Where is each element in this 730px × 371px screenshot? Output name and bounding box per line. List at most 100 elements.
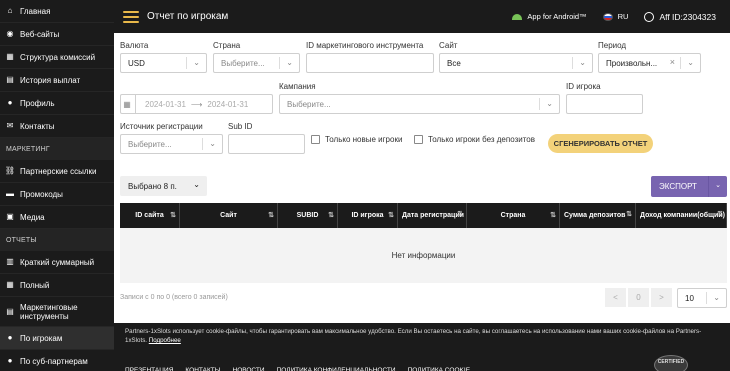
sidebar-item-2-marketing[interactable]: ▣ Медиа — [0, 206, 114, 229]
sidebar-item-0-main[interactable]: ⌂ Главная — [0, 0, 114, 23]
sidebar-item-4-reports[interactable]: ● По суб-партнерам — [0, 350, 114, 371]
footer-link[interactable]: ПОЛИТИКА КОНФИДЕНЦИАЛЬНОСТИ — [277, 367, 396, 371]
footer-link[interactable]: НОВОСТИ — [233, 367, 265, 371]
sidebar-item-1-main[interactable]: ◉ Веб-сайты — [0, 23, 114, 46]
column-header[interactable]: Сайт ⇅ — [180, 203, 278, 228]
sidebar-item-0-reports[interactable]: ▥ Краткий суммарный — [0, 251, 114, 274]
sidebar-item-label: Веб-сайты — [20, 29, 60, 39]
sort-icon: ⇅ — [457, 211, 463, 218]
sidebar-item-1-reports[interactable]: ▦ Полный — [0, 274, 114, 297]
players-icon: ● — [7, 333, 13, 342]
player-id-input[interactable] — [566, 94, 643, 114]
history-icon: ▤ — [6, 75, 14, 84]
footer-link[interactable]: КОНТАКТЫ — [185, 367, 220, 371]
sidebar-item-3-main[interactable]: ▤ История выплат — [0, 69, 114, 92]
page-prev-button[interactable]: < — [605, 288, 626, 307]
reg-source-select[interactable]: Выберите... ⌄ — [120, 134, 223, 154]
site-label: Сайт — [439, 41, 458, 50]
page-next-button[interactable]: > — [651, 288, 672, 307]
aff-id: Aff ID:2304323 — [659, 11, 716, 22]
sidebar-item-label: История выплат — [20, 75, 81, 85]
checkbox-icon — [311, 135, 320, 144]
date-to[interactable]: 2024-01-31 — [207, 100, 248, 109]
column-header[interactable]: Доход компании(общий) ⇅ — [636, 203, 727, 228]
column-header-label: Страна — [500, 212, 526, 219]
link-icon: ⛓ — [4, 166, 16, 175]
per-page-value: 10 — [685, 293, 694, 303]
column-header[interactable]: ID сайта ⇅ — [120, 203, 180, 228]
pagination: < 0 > — [605, 288, 674, 307]
tools-icon: ▤ — [6, 306, 14, 316]
android-icon — [512, 13, 523, 20]
sidebar-item-5-main[interactable]: ✉ Контакты — [0, 115, 114, 138]
column-header-label: SUBID — [296, 212, 319, 219]
reg-source-placeholder: Выберите... — [128, 139, 172, 149]
per-page-select[interactable]: 10 ⌄ — [677, 288, 727, 308]
date-range[interactable]: ▦ 2024-01-31 ⟶ 2024-01-31 — [120, 94, 273, 114]
columns-select[interactable]: Выбрано 8 п. ⌄ — [120, 176, 207, 196]
sidebar-item-4-main[interactable]: ● Профиль — [0, 92, 114, 115]
period-label: Период — [598, 41, 627, 50]
sub-id-input[interactable] — [228, 134, 305, 154]
column-header[interactable]: Сумма депозитов ⇅ — [560, 203, 636, 228]
structure-icon: ▦ — [6, 52, 14, 61]
sidebar-item-2-reports[interactable]: ▤ Маркетинговые инструменты — [0, 297, 114, 327]
sidebar-item-1-marketing[interactable]: ▬ Промокоды — [0, 183, 114, 206]
chevron-down-icon: ⌄ — [687, 58, 694, 67]
campaign-select[interactable]: Выберите... ⌄ — [279, 94, 560, 114]
column-header[interactable]: Дата регистрации ⇅ — [398, 203, 467, 228]
mail-icon: ✉ — [6, 121, 14, 130]
clear-icon[interactable]: × — [670, 57, 675, 67]
site-value: Все — [447, 58, 461, 68]
sort-icon: ⇅ — [170, 212, 176, 219]
country-select[interactable]: Выберите... ⌄ — [213, 53, 300, 73]
chevron-down-icon: ⌄ — [579, 58, 586, 67]
currency-select[interactable]: USD ⌄ — [120, 53, 207, 73]
home-icon: ⌂ — [7, 6, 13, 15]
sidebar-item-0-marketing[interactable]: ⛓ Партнерские ссылки — [0, 160, 114, 183]
sort-icon: ⇅ — [388, 212, 394, 219]
sidebar-item-label: Медиа — [20, 212, 45, 222]
menu-icon[interactable] — [123, 10, 139, 23]
campaign-placeholder: Выберите... — [287, 99, 331, 109]
date-from[interactable]: 2024-01-31 — [145, 100, 186, 109]
sidebar-item-2-main[interactable]: ▦ Структура комиссий — [0, 46, 114, 69]
period-select[interactable]: Произвольн... × ⌄ — [598, 53, 701, 73]
tool-id-input[interactable] — [306, 53, 434, 73]
site-select[interactable]: Все ⌄ — [439, 53, 593, 73]
sidebar-item-label: Контакты — [20, 121, 55, 131]
sidebar-item-label: Маркетинговые инструменты — [20, 302, 78, 321]
arrow-right-icon: ⟶ — [190, 99, 203, 109]
column-header[interactable]: SUBID ⇅ — [278, 203, 338, 228]
only-new-checkbox[interactable]: Только новые игроки — [311, 135, 402, 144]
no-deposit-checkbox[interactable]: Только игроки без депозитов — [414, 135, 535, 144]
subpartners-icon: ● — [7, 356, 13, 365]
sidebar-item-label: По суб-партнерам — [20, 356, 88, 366]
export-button[interactable]: ЭКСПОРТ ⌄ — [651, 176, 727, 197]
export-label: ЭКСПОРТ — [659, 182, 697, 191]
chart-icon: ▥ — [6, 257, 14, 266]
currency-label: Валюта — [120, 41, 149, 50]
language-selector[interactable]: RU — [602, 12, 628, 21]
chevron-down-icon: ⌄ — [209, 139, 216, 148]
checkbox-icon — [414, 135, 423, 144]
sidebar-item-3-reports[interactable]: ● По игрокам — [0, 327, 114, 350]
android-app-link[interactable]: App for Android™ — [512, 12, 587, 21]
chevron-down-icon: ⌄ — [713, 293, 720, 302]
flag-icon — [602, 12, 613, 21]
column-header[interactable]: Страна ⇅ — [467, 203, 560, 228]
column-header-label: Сайт — [220, 212, 237, 219]
chevron-down-icon: ⌄ — [715, 182, 721, 189]
account-menu[interactable]: Aff ID:2304323 — [644, 11, 716, 22]
page-current[interactable]: 0 — [628, 288, 649, 307]
column-header[interactable]: ID игрока ⇅ — [338, 203, 398, 228]
generate-report-button[interactable]: СГЕНЕРИРОВАТЬ ОТЧЕТ — [548, 134, 653, 153]
cookie-more-link[interactable]: Подробнее — [149, 337, 181, 344]
column-header-label: ID сайта — [135, 212, 164, 219]
table-info: Записи с 0 по 0 (всего 0 записей) — [120, 294, 228, 301]
column-header-label: ID игрока — [351, 212, 384, 219]
page-title: Отчет по игрокам — [147, 11, 229, 22]
footer-link[interactable]: ПОЛИТИКА COOKIE — [408, 367, 470, 371]
footer-link[interactable]: ПРЕЗЕНТАЦИЯ — [125, 367, 173, 371]
sidebar-section-reports: ОТЧЕТЫ — [0, 229, 114, 251]
